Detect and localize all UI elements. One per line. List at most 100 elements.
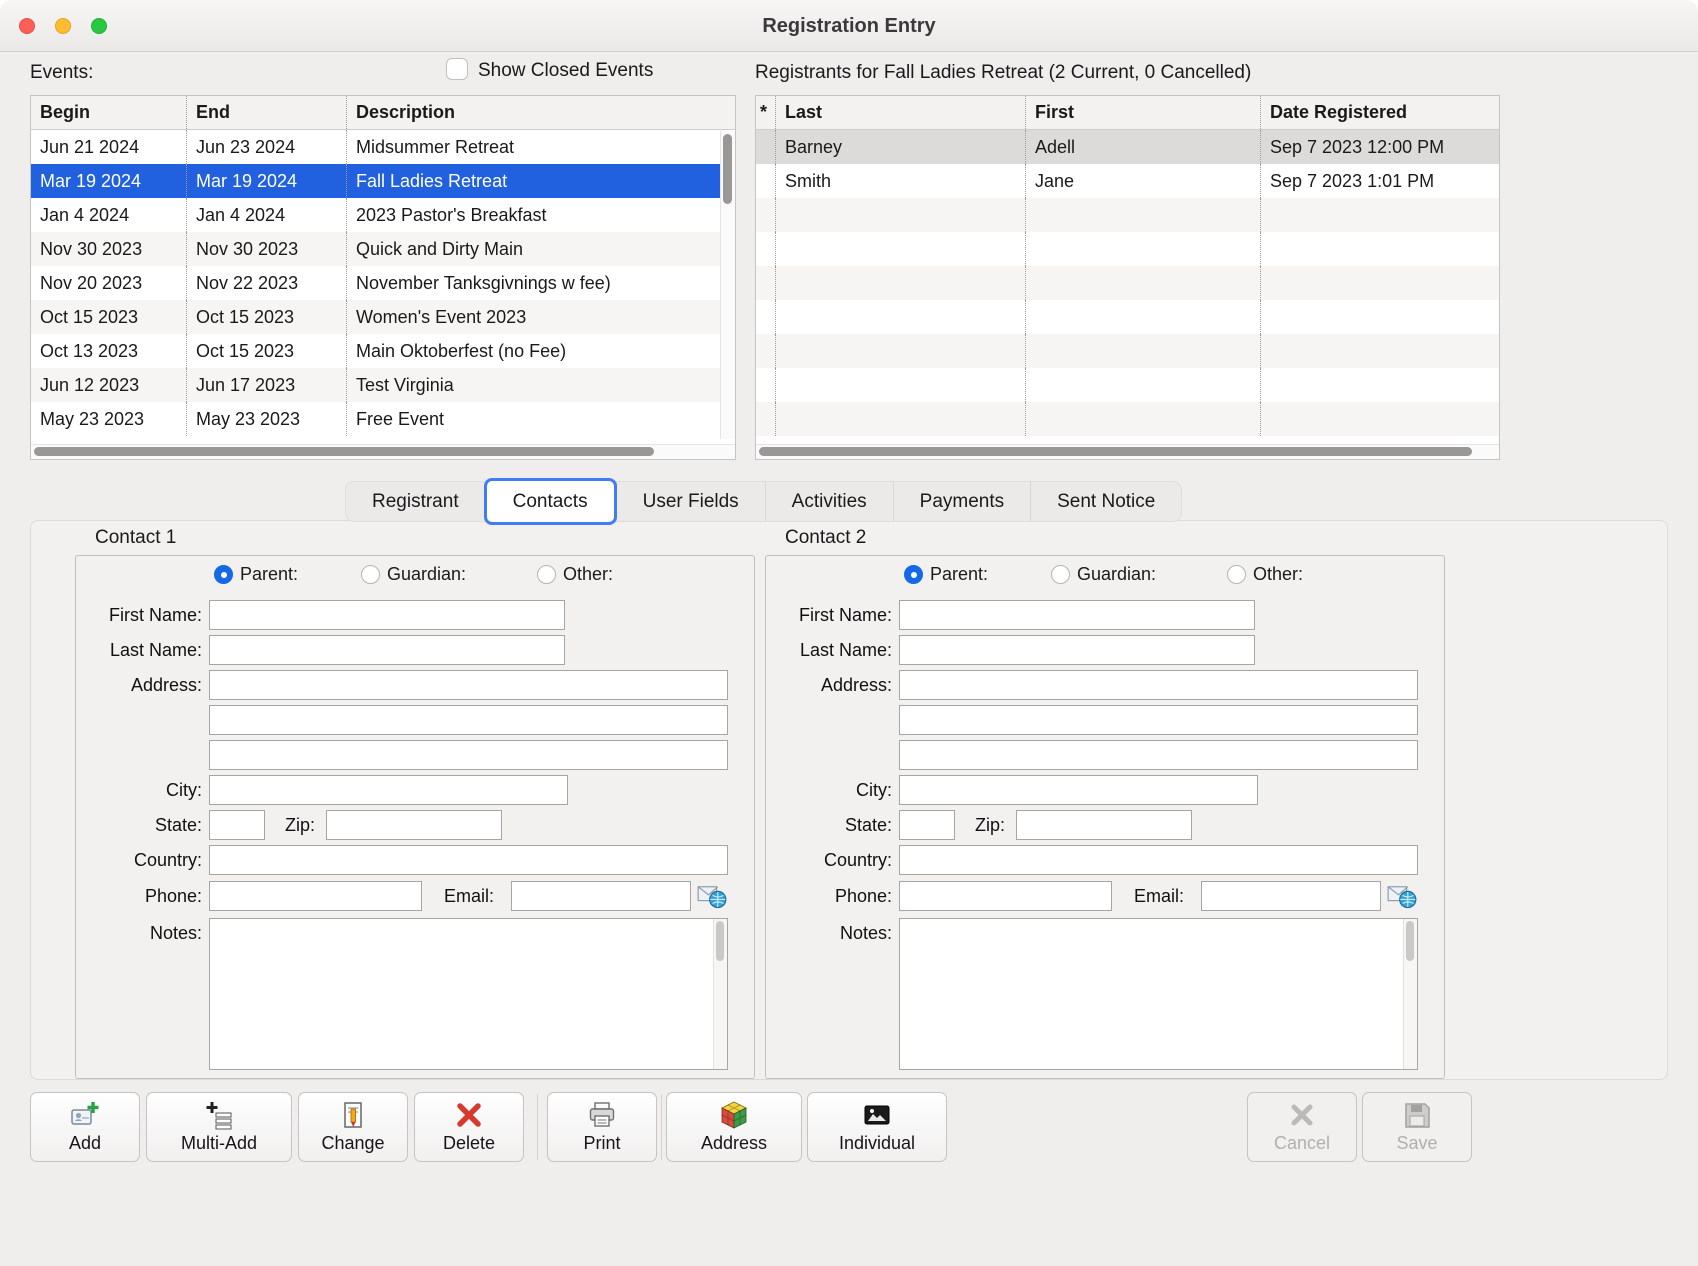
traffic-lights [19, 18, 107, 34]
tab-payments[interactable]: Payments [893, 482, 1030, 521]
table-row[interactable]: Jun 21 2024 Jun 23 2024 Midsummer Retrea… [31, 130, 735, 164]
contact2-city-input[interactable] [899, 775, 1258, 805]
contact2-parent-label[interactable]: Parent: [930, 565, 988, 584]
city-label: City: [766, 775, 896, 805]
contact1-title: Contact 1 [95, 527, 176, 549]
registrants-col-date[interactable]: Date Registered [1261, 96, 1499, 129]
contact1-address-line3-input[interactable] [209, 740, 728, 770]
registration-entry-window: Registration Entry Events: Show Closed E… [0, 0, 1698, 1266]
events-vertical-scrollbar[interactable] [720, 131, 735, 439]
country-label: Country: [766, 845, 896, 875]
contact2-notes-textarea[interactable] [900, 919, 1404, 1069]
events-col-end[interactable]: End [187, 96, 347, 129]
tab-user-fields[interactable]: User Fields [616, 482, 765, 521]
contact1-parent-radio[interactable] [214, 565, 233, 584]
first-name-label: First Name: [766, 600, 896, 630]
events-horizontal-scrollbar-thumb[interactable] [34, 447, 654, 456]
table-row[interactable]: May 23 2023 May 23 2023 Free Event [31, 402, 735, 436]
contact2-email-input[interactable] [1201, 881, 1381, 911]
contact2-guardian-label[interactable]: Guardian: [1077, 565, 1156, 584]
contact2-address-line1-input[interactable] [899, 670, 1418, 700]
contact1-guardian-radio[interactable] [361, 565, 380, 584]
registrants-horizontal-scrollbar[interactable] [756, 444, 1499, 459]
titlebar: Registration Entry [0, 0, 1698, 52]
multi-add-button[interactable]: Multi-Add [146, 1092, 292, 1162]
contact1-address-line2-input[interactable] [209, 705, 728, 735]
contact2-title: Contact 2 [785, 527, 866, 549]
add-button[interactable]: Add [30, 1092, 140, 1162]
contact1-guardian-label[interactable]: Guardian: [387, 565, 466, 584]
contact2-other-radio[interactable] [1227, 565, 1246, 584]
events-vertical-scrollbar-thumb[interactable] [723, 134, 732, 204]
registrants-col-star[interactable]: * [756, 96, 776, 129]
delete-icon [454, 1100, 484, 1130]
contact2-other-label[interactable]: Other: [1253, 565, 1303, 584]
contact1-notes-scrollbar[interactable] [713, 919, 727, 1069]
events-table-header: Begin End Description [31, 96, 735, 130]
table-row[interactable]: Jun 12 2023 Jun 17 2023 Test Virginia [31, 368, 735, 402]
contact2-address-line2-input[interactable] [899, 705, 1418, 735]
events-horizontal-scrollbar[interactable] [31, 444, 735, 459]
contact2-email-button[interactable] [1385, 881, 1419, 911]
table-row-selected[interactable]: Mar 19 2024 Mar 19 2024 Fall Ladies Retr… [31, 164, 735, 198]
table-row-empty [756, 368, 1499, 402]
close-button[interactable] [19, 18, 35, 34]
contact1-city-input[interactable] [209, 775, 568, 805]
contact2-country-input[interactable] [899, 845, 1418, 875]
table-row[interactable]: Oct 15 2023 Oct 15 2023 Women's Event 20… [31, 300, 735, 334]
contact1-email-button[interactable] [695, 881, 729, 911]
registrants-table: * Last First Date Registered Barney Adel… [755, 95, 1500, 460]
registrants-horizontal-scrollbar-thumb[interactable] [759, 447, 1472, 456]
table-row[interactable]: Jan 4 2024 Jan 4 2024 2023 Pastor's Brea… [31, 198, 735, 232]
contact2-last-name-input[interactable] [899, 635, 1255, 665]
zoom-button[interactable] [91, 18, 107, 34]
contact1-notes-textarea[interactable] [210, 919, 714, 1069]
table-row[interactable]: Nov 30 2023 Nov 30 2023 Quick and Dirty … [31, 232, 735, 266]
show-closed-events-checkbox[interactable] [446, 58, 468, 80]
email-label: Email: [1068, 881, 1188, 911]
last-name-label: Last Name: [766, 635, 896, 665]
contact2-first-name-input[interactable] [899, 600, 1255, 630]
contact2-guardian-radio[interactable] [1051, 565, 1070, 584]
contact1-first-name-input[interactable] [209, 600, 565, 630]
events-table: Begin End Description Jun 21 2024 Jun 23… [30, 95, 736, 460]
contact1-zip-input[interactable] [326, 810, 502, 840]
events-col-begin[interactable]: Begin [31, 96, 187, 129]
contact2-address-line3-input[interactable] [899, 740, 1418, 770]
contact1-address-line1-input[interactable] [209, 670, 728, 700]
change-button[interactable]: Change [298, 1092, 408, 1162]
individual-button[interactable]: Individual [807, 1092, 947, 1162]
last-name-label: Last Name: [76, 635, 206, 665]
tab-sent-notice[interactable]: Sent Notice [1030, 482, 1181, 521]
cancel-button[interactable]: Cancel [1247, 1092, 1357, 1162]
table-row-selected[interactable]: Barney Adell Sep 7 2023 12:00 PM [756, 130, 1499, 164]
address-button[interactable]: Address [666, 1092, 802, 1162]
contact1-country-input[interactable] [209, 845, 728, 875]
contact1-last-name-input[interactable] [209, 635, 565, 665]
contact2-parent-radio[interactable] [904, 565, 923, 584]
contact1-other-radio[interactable] [537, 565, 556, 584]
tab-activities[interactable]: Activities [765, 482, 893, 521]
print-button[interactable]: Print [547, 1092, 657, 1162]
registrants-col-last[interactable]: Last [776, 96, 1026, 129]
registrants-col-first[interactable]: First [1026, 96, 1261, 129]
tab-contacts[interactable]: Contacts [484, 478, 617, 525]
table-row[interactable]: Nov 20 2023 Nov 22 2023 November Tanksgi… [31, 266, 735, 300]
events-col-description[interactable]: Description [347, 96, 735, 129]
table-row[interactable]: Oct 13 2023 Oct 15 2023 Main Oktoberfest… [31, 334, 735, 368]
delete-button[interactable]: Delete [414, 1092, 524, 1162]
contact1-parent-label[interactable]: Parent: [240, 565, 298, 584]
table-row-empty [756, 402, 1499, 436]
contact2-zip-input[interactable] [1016, 810, 1192, 840]
contact2-notes-scrollbar[interactable] [1403, 919, 1417, 1069]
zip-label: Zip: [199, 810, 319, 840]
tab-registrant[interactable]: Registrant [346, 482, 485, 521]
tab-bar: Registrant Contacts User Fields Activiti… [345, 481, 1182, 522]
table-row[interactable]: Smith Jane Sep 7 2023 1:01 PM [756, 164, 1499, 198]
show-closed-events-label[interactable]: Show Closed Events [478, 60, 653, 82]
contact1-other-label[interactable]: Other: [563, 565, 613, 584]
save-button[interactable]: Save [1362, 1092, 1472, 1162]
contact1-email-input[interactable] [511, 881, 691, 911]
toolbar-separator [537, 1094, 538, 1160]
minimize-button[interactable] [55, 18, 71, 34]
